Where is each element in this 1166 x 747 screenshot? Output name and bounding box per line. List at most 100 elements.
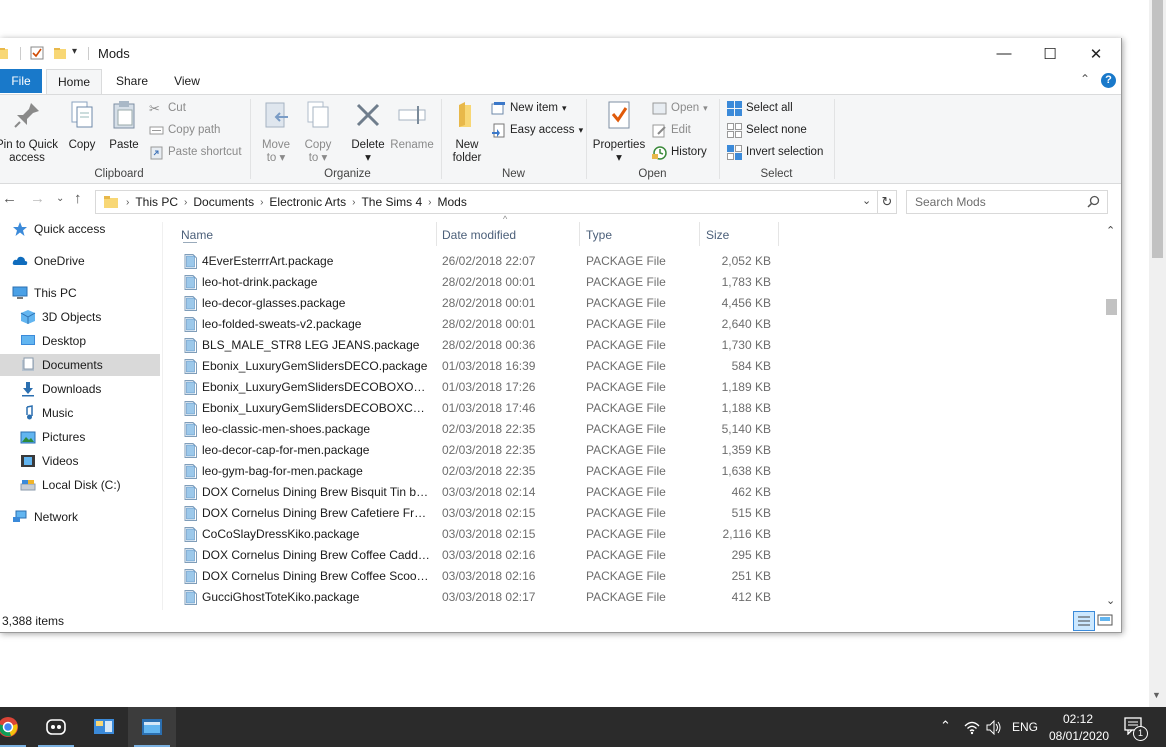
table-row[interactable]: Ebonix_LuxuryGemSlidersDECOBOXCLO... 01/0… [181, 398, 781, 419]
nav-quick-access[interactable]: Quick access [12, 218, 105, 240]
scroll-down-arrow-icon[interactable]: ⌄ [1106, 594, 1115, 607]
table-row[interactable]: DOX Cornelus Dining Brew Cafetiere Fren.… [181, 503, 781, 524]
edit-button[interactable]: Edit [652, 121, 691, 139]
properties-button[interactable]: Properties ▾ [590, 99, 648, 165]
copy-button[interactable]: Copy [62, 99, 102, 152]
taskbar-file-explorer[interactable] [128, 707, 176, 747]
table-row[interactable]: Ebonix_LuxuryGemSlidersDECO.package 01/03… [181, 356, 781, 377]
table-row[interactable]: DOX Cornelus Dining Brew Coffee Scoop...… [181, 566, 781, 587]
nav-onedrive[interactable]: OneDrive [12, 250, 85, 272]
taskbar-chrome[interactable] [0, 707, 32, 747]
clock-time[interactable]: 02:12 [1063, 712, 1093, 726]
nav-network[interactable]: Network [12, 506, 78, 528]
select-all-button[interactable]: Select all [727, 99, 793, 117]
cut-button[interactable]: ✂ Cut [149, 99, 186, 117]
search-icon[interactable] [1087, 195, 1100, 208]
rename-button[interactable]: Rename [390, 99, 434, 152]
tab-share[interactable]: Share [110, 69, 154, 93]
address-dropdown-icon[interactable]: ⌄ [862, 194, 871, 207]
minimize-button[interactable]: — [981, 38, 1027, 69]
nav-videos[interactable]: Videos [20, 450, 78, 472]
nav-downloads[interactable]: Downloads [20, 378, 101, 400]
column-separator[interactable] [778, 222, 779, 246]
scroll-down-arrow-icon[interactable]: ▼ [1152, 690, 1161, 700]
breadcrumb-chevron-icon[interactable]: › [126, 197, 129, 208]
delete-button[interactable]: Delete ▾ [346, 99, 390, 165]
forward-arrow-icon[interactable]: → [30, 190, 45, 207]
table-row[interactable]: leo-hot-drink.package 28/02/2018 00:01 PAC… [181, 272, 781, 293]
new-item-button[interactable]: New item ▾ [491, 99, 566, 117]
address-bar[interactable]: › This PC › Documents › Electronic Arts … [95, 190, 878, 214]
breadcrumb-electronic-arts[interactable]: Electronic Arts [269, 195, 346, 209]
breadcrumb-the-sims-4[interactable]: The Sims 4 [361, 195, 422, 209]
column-separator[interactable] [579, 222, 580, 246]
language-indicator[interactable]: ENG [1012, 720, 1038, 734]
breadcrumb-chevron-icon[interactable]: › [428, 197, 431, 208]
column-separator[interactable] [699, 222, 700, 246]
paste-shortcut-button[interactable]: Paste shortcut [149, 143, 242, 161]
select-none-button[interactable]: Select none [727, 121, 807, 139]
taskbar-game-app[interactable] [32, 707, 80, 747]
table-row[interactable]: CoCoSlayDressKiko.package 03/03/2018 02:1… [181, 524, 781, 545]
maximize-button[interactable]: ☐ [1027, 38, 1073, 69]
breadcrumb-chevron-icon[interactable]: › [260, 197, 263, 208]
show-hidden-icons-icon[interactable]: ⌃ [940, 718, 951, 734]
table-row[interactable]: leo-decor-glasses.package 28/02/2018 00:0… [181, 293, 781, 314]
breadcrumb-chevron-icon[interactable]: › [184, 197, 187, 208]
copy-path-button[interactable]: Copy path [149, 121, 220, 139]
details-view-icon[interactable] [1073, 611, 1095, 631]
easy-access-button[interactable]: Easy access ▾ [491, 121, 583, 139]
scroll-up-arrow-icon[interactable]: ⌃ [1106, 224, 1115, 237]
tab-home[interactable]: Home [46, 69, 102, 94]
column-header-size[interactable]: Size [706, 224, 729, 246]
table-row[interactable]: GucciGhostToteKiko.package 03/03/2018 02:… [181, 587, 781, 608]
tab-file[interactable]: File [0, 69, 42, 93]
page-scrollbar[interactable]: ▼ [1149, 0, 1166, 707]
action-center-button[interactable]: 1 [1124, 717, 1148, 741]
table-row[interactable]: leo-gym-bag-for-men.package 02/03/2018 22… [181, 461, 781, 482]
large-icons-view-icon[interactable] [1096, 612, 1114, 629]
nav-music[interactable]: Music [20, 402, 73, 424]
volume-icon[interactable] [986, 720, 1002, 735]
table-row[interactable]: DOX Cornelus Dining Brew Coffee Caddy...… [181, 545, 781, 566]
back-arrow-icon[interactable]: ← [2, 190, 17, 207]
clock-date[interactable]: 08/01/2020 [1049, 729, 1109, 743]
up-arrow-icon[interactable]: ↑ [74, 190, 82, 207]
nav-local-disk[interactable]: Local Disk (C:) [20, 474, 121, 496]
nav-pictures[interactable]: Pictures [20, 426, 85, 448]
paste-button[interactable]: Paste [104, 99, 144, 152]
column-header-date[interactable]: Date modified [442, 224, 516, 246]
move-to-button[interactable]: Move to ▾ [256, 99, 296, 165]
pane-divider[interactable] [162, 222, 163, 610]
file-list-scrollbar[interactable]: ⌃ ⌄ [1103, 222, 1120, 610]
breadcrumb-mods[interactable]: Mods [438, 195, 467, 209]
help-icon[interactable]: ? [1101, 73, 1116, 88]
pin-to-quick-access-button[interactable]: Pin to Quick access [0, 99, 60, 165]
page-scrollbar-thumb[interactable] [1152, 0, 1163, 258]
recent-locations-chevron-icon[interactable]: ⌄ [56, 193, 64, 204]
new-folder-button[interactable]: New folder [446, 99, 488, 165]
file-list-scrollbar-thumb[interactable] [1106, 299, 1117, 315]
column-separator[interactable] [436, 222, 437, 246]
close-button[interactable]: ✕ [1073, 38, 1119, 69]
breadcrumb-this-pc[interactable]: This PC [135, 195, 178, 209]
new-folder-quick-icon[interactable] [53, 46, 67, 60]
table-row[interactable]: 4EverEsterrrArt.package 26/02/2018 22:07 P… [181, 251, 781, 272]
nav-desktop[interactable]: Desktop [20, 330, 86, 352]
table-row[interactable]: leo-folded-sweats-v2.package 28/02/2018 0… [181, 314, 781, 335]
nav-documents[interactable]: Documents [0, 354, 160, 376]
nav-this-pc[interactable]: This PC [12, 282, 77, 304]
breadcrumb-documents[interactable]: Documents [193, 195, 254, 209]
search-box[interactable]: Search Mods [906, 190, 1108, 214]
copy-to-button[interactable]: Copy to ▾ [298, 99, 338, 165]
collapse-ribbon-icon[interactable]: ⌃ [1080, 72, 1090, 86]
nav-3d-objects[interactable]: 3D Objects [20, 306, 101, 328]
open-button[interactable]: Open ▾ [652, 99, 708, 117]
delete-dropdown-icon[interactable]: ▾ [346, 152, 390, 165]
table-row[interactable]: BLS_MALE_STR8 LEG JEANS.package 28/02/201… [181, 335, 781, 356]
table-row[interactable]: leo-classic-men-shoes.package 02/03/2018 … [181, 419, 781, 440]
taskbar-control-panel[interactable] [80, 707, 128, 747]
table-row[interactable]: Ebonix_LuxuryGemSlidersDECOBOXOPE... 01/0… [181, 377, 781, 398]
wifi-icon[interactable] [964, 720, 980, 735]
tab-view[interactable]: View [166, 69, 208, 93]
